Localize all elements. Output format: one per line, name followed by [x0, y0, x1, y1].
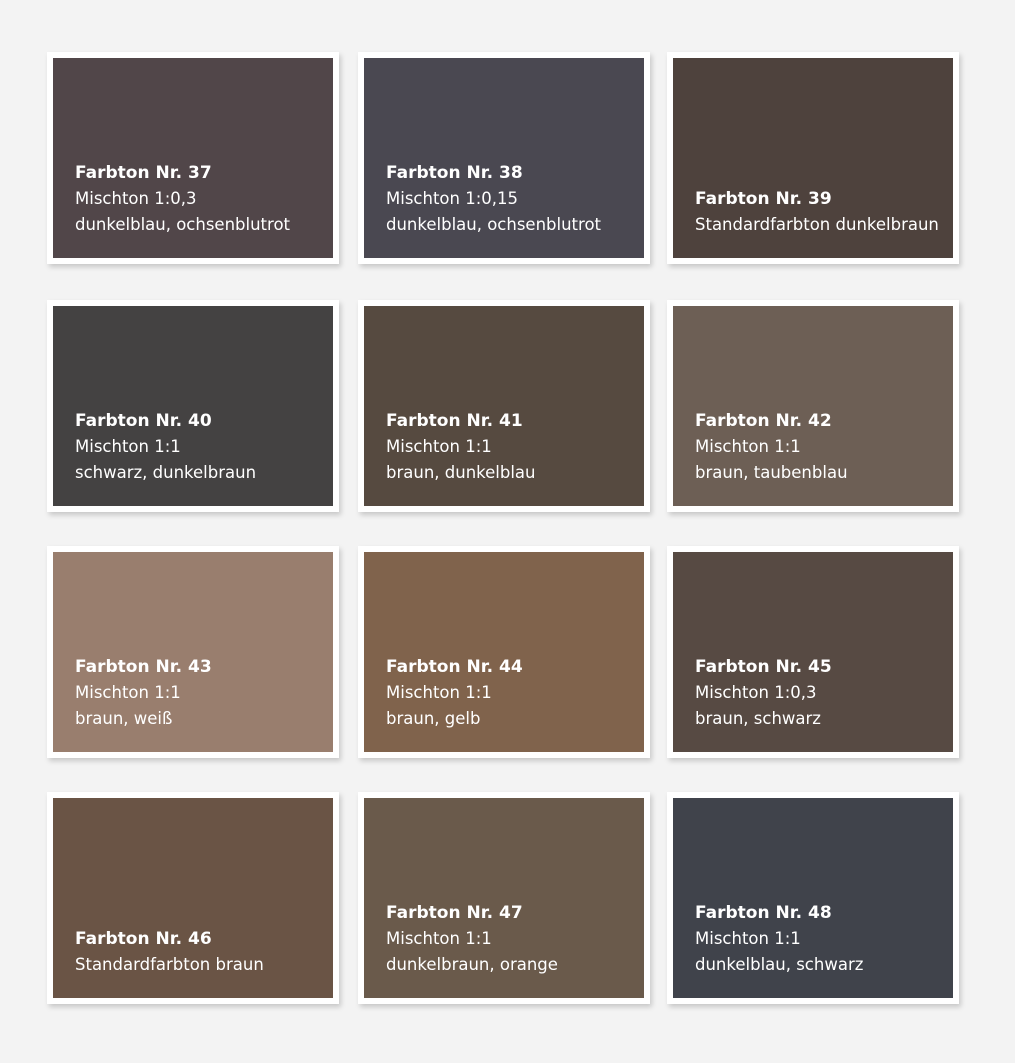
swatch-label: Farbton Nr. 39 Standardfarbton dunkelbra…: [695, 186, 939, 238]
swatch-label: Farbton Nr. 46 Standardfarbton braun: [75, 926, 264, 978]
swatch-label: Farbton Nr. 37 Mischton 1:0,3 dunkelblau…: [75, 160, 290, 238]
swatch-title: Farbton Nr. 47: [386, 903, 523, 923]
color-swatch: Farbton Nr. 40 Mischton 1:1 schwarz, dun…: [53, 306, 333, 506]
swatch-line-2: braun, schwarz: [695, 709, 821, 728]
swatch-title: Farbton Nr. 40: [75, 411, 212, 431]
swatch-label: Farbton Nr. 41 Mischton 1:1 braun, dunke…: [386, 408, 536, 486]
swatch-title: Farbton Nr. 41: [386, 411, 523, 431]
swatch-line-2: braun, taubenblau: [695, 463, 848, 482]
swatch-card-47[interactable]: Farbton Nr. 47 Mischton 1:1 dunkelbraun,…: [358, 792, 650, 1004]
swatch-title: Farbton Nr. 43: [75, 657, 212, 677]
swatch-title: Farbton Nr. 48: [695, 903, 832, 923]
swatch-line-2: braun, dunkelblau: [386, 463, 536, 482]
swatch-title: Farbton Nr. 37: [75, 163, 212, 183]
swatch-label: Farbton Nr. 42 Mischton 1:1 braun, taube…: [695, 408, 848, 486]
swatch-title: Farbton Nr. 39: [695, 189, 832, 209]
color-swatch: Farbton Nr. 44 Mischton 1:1 braun, gelb: [364, 552, 644, 752]
swatch-line-1: Mischton 1:1: [386, 929, 492, 948]
swatch-card-42[interactable]: Farbton Nr. 42 Mischton 1:1 braun, taube…: [667, 300, 959, 512]
swatch-label: Farbton Nr. 47 Mischton 1:1 dunkelbraun,…: [386, 900, 558, 978]
color-swatch: Farbton Nr. 41 Mischton 1:1 braun, dunke…: [364, 306, 644, 506]
swatch-card-41[interactable]: Farbton Nr. 41 Mischton 1:1 braun, dunke…: [358, 300, 650, 512]
swatch-card-38[interactable]: Farbton Nr. 38 Mischton 1:0,15 dunkelbla…: [358, 52, 650, 264]
color-swatch: Farbton Nr. 47 Mischton 1:1 dunkelbraun,…: [364, 798, 644, 998]
swatch-card-37[interactable]: Farbton Nr. 37 Mischton 1:0,3 dunkelblau…: [47, 52, 339, 264]
swatch-card-39[interactable]: Farbton Nr. 39 Standardfarbton dunkelbra…: [667, 52, 959, 264]
swatch-line-2: dunkelblau, ochsenblutrot: [75, 215, 291, 234]
swatch-title: Farbton Nr. 42: [695, 411, 832, 431]
swatch-line-1: Mischton 1:1: [386, 437, 492, 456]
swatch-line-1: Standardfarbton dunkelbraun: [695, 215, 939, 234]
swatch-line-1: Mischton 1:0,3: [695, 683, 817, 702]
swatch-line-1: Mischton 1:0,15: [386, 189, 519, 208]
color-swatch: Farbton Nr. 37 Mischton 1:0,3 dunkelblau…: [53, 58, 333, 258]
color-swatch: Farbton Nr. 39 Standardfarbton dunkelbra…: [673, 58, 953, 258]
swatch-line-1: Mischton 1:0,3: [75, 189, 197, 208]
swatch-title: Farbton Nr. 44: [386, 657, 523, 677]
swatch-label: Farbton Nr. 44 Mischton 1:1 braun, gelb: [386, 654, 523, 732]
swatch-card-44[interactable]: Farbton Nr. 44 Mischton 1:1 braun, gelb: [358, 546, 650, 758]
swatch-line-2: dunkelblau, schwarz: [695, 955, 864, 974]
swatch-label: Farbton Nr. 43 Mischton 1:1 braun, weiß: [75, 654, 212, 732]
swatch-title: Farbton Nr. 46: [75, 929, 212, 949]
swatch-label: Farbton Nr. 40 Mischton 1:1 schwarz, dun…: [75, 408, 256, 486]
swatch-line-1: Mischton 1:1: [75, 437, 181, 456]
color-swatch: Farbton Nr. 48 Mischton 1:1 dunkelblau, …: [673, 798, 953, 998]
swatch-card-45[interactable]: Farbton Nr. 45 Mischton 1:0,3 braun, sch…: [667, 546, 959, 758]
swatch-line-2: braun, gelb: [386, 709, 481, 728]
swatch-card-48[interactable]: Farbton Nr. 48 Mischton 1:1 dunkelblau, …: [667, 792, 959, 1004]
swatch-line-2: dunkelbraun, orange: [386, 955, 558, 974]
swatch-title: Farbton Nr. 38: [386, 163, 523, 183]
swatch-label: Farbton Nr. 45 Mischton 1:0,3 braun, sch…: [695, 654, 832, 732]
swatch-card-40[interactable]: Farbton Nr. 40 Mischton 1:1 schwarz, dun…: [47, 300, 339, 512]
swatch-line-1: Mischton 1:1: [75, 683, 181, 702]
swatch-line-1: Mischton 1:1: [386, 683, 492, 702]
swatch-line-1: Standardfarbton braun: [75, 955, 264, 974]
swatch-title: Farbton Nr. 45: [695, 657, 832, 677]
swatch-label: Farbton Nr. 38 Mischton 1:0,15 dunkelbla…: [386, 160, 601, 238]
swatch-card-46[interactable]: Farbton Nr. 46 Standardfarbton braun: [47, 792, 339, 1004]
swatch-line-2: braun, weiß: [75, 709, 173, 728]
swatch-label: Farbton Nr. 48 Mischton 1:1 dunkelblau, …: [695, 900, 863, 978]
color-swatch: Farbton Nr. 45 Mischton 1:0,3 braun, sch…: [673, 552, 953, 752]
swatch-line-1: Mischton 1:1: [695, 437, 801, 456]
color-swatch: Farbton Nr. 42 Mischton 1:1 braun, taube…: [673, 306, 953, 506]
swatch-line-1: Mischton 1:1: [695, 929, 801, 948]
color-swatch: Farbton Nr. 43 Mischton 1:1 braun, weiß: [53, 552, 333, 752]
swatch-line-2: dunkelblau, ochsenblutrot: [386, 215, 602, 234]
swatch-card-43[interactable]: Farbton Nr. 43 Mischton 1:1 braun, weiß: [47, 546, 339, 758]
swatch-grid: Farbton Nr. 37 Mischton 1:0,3 dunkelblau…: [47, 52, 960, 1004]
color-swatch: Farbton Nr. 46 Standardfarbton braun: [53, 798, 333, 998]
swatch-line-2: schwarz, dunkelbraun: [75, 463, 257, 482]
color-swatch: Farbton Nr. 38 Mischton 1:0,15 dunkelbla…: [364, 58, 644, 258]
